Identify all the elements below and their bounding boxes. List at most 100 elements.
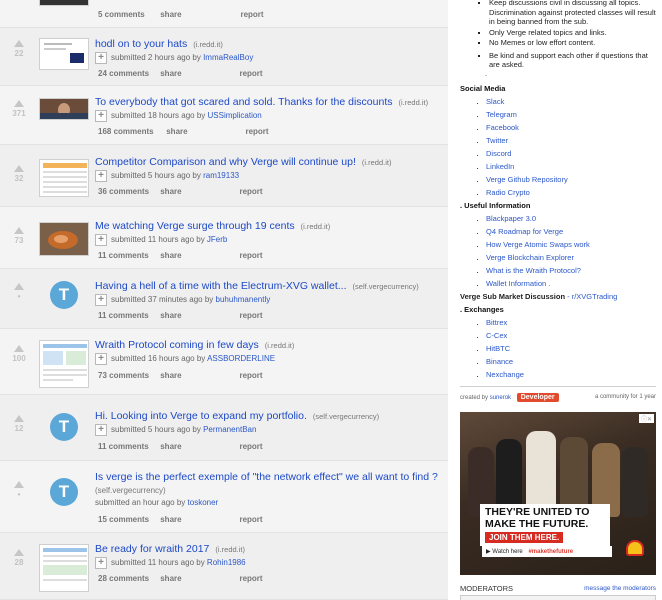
message-moderators-link[interactable]: message the moderators [584,585,656,592]
report-link[interactable]: report [239,442,262,451]
post-domain[interactable]: (i.redd.it) [193,40,223,49]
post-thumbnail[interactable]: T [39,475,89,509]
post-thumbnail[interactable] [39,222,89,256]
report-link[interactable]: report [239,311,262,320]
post-author[interactable]: USSimplication [208,111,262,120]
upvote-icon[interactable] [14,549,24,556]
post-thumbnail[interactable]: T [39,278,89,312]
post-domain[interactable]: (i.redd.it) [215,545,245,554]
expand-icon[interactable]: + [95,110,107,122]
post-title[interactable]: Is verge is the perfect exemple of "the … [95,471,438,483]
report-link[interactable]: report [239,515,262,524]
post-title[interactable]: To everybody that got scared and sold. T… [95,96,392,108]
report-link[interactable]: report [239,69,262,78]
ad-choices-icon[interactable]: ⓘ✕ [638,414,654,423]
social-link-facebook[interactable]: Facebook [486,122,568,135]
post-domain[interactable]: (self.vergecurrency) [95,486,166,495]
social-link-twitter[interactable]: Twitter [486,135,568,148]
xvgtrading-link[interactable]: - r/XVGTrading [567,292,617,301]
report-link[interactable]: report [245,127,268,136]
ad-cta-button[interactable]: JOIN THEM HERE. [485,532,564,543]
post-author[interactable]: PermanentBan [203,425,256,434]
expand-icon[interactable]: + [95,557,107,569]
post-domain[interactable]: (i.redd.it) [362,158,392,167]
share-link[interactable]: share [160,515,237,524]
creator-link[interactable]: sunerok [490,395,511,401]
upvote-icon[interactable] [14,227,24,234]
share-link[interactable]: share [160,574,237,583]
upvote-icon[interactable] [14,481,24,488]
post-title[interactable]: Be ready for wraith 2017 [95,543,209,555]
share-link[interactable]: share [160,371,237,380]
report-link[interactable]: report [239,251,262,260]
post-thumbnail[interactable] [39,159,89,197]
comments-link[interactable]: 5 comments [98,10,158,19]
exchange-link-hitbtc[interactable]: HitBTC [486,343,524,356]
share-link[interactable]: share [160,187,237,196]
upvote-icon[interactable] [14,40,24,47]
useful-link[interactable]: Verge Blockchain Explorer [486,252,590,265]
useful-link[interactable]: How Verge Atomic Swaps work [486,239,590,252]
post-domain[interactable]: (self.vergecurrency) [353,282,419,291]
comments-link[interactable]: 11 comments [98,311,158,320]
post-author[interactable]: JFerb [207,235,227,244]
comments-link[interactable]: 15 comments [98,515,158,524]
share-link[interactable]: share [166,127,243,136]
useful-link[interactable]: Wallet Information . [486,278,590,291]
report-link[interactable]: report [239,187,262,196]
post-thumbnail[interactable] [39,0,89,6]
exchange-link-ccex[interactable]: C-Cex [486,330,524,343]
social-link-discord[interactable]: Discord [486,148,568,161]
report-link[interactable]: report [239,371,262,380]
useful-link[interactable]: What is the Wraith Protocol? [486,265,590,278]
post-thumbnail[interactable] [39,38,89,70]
comments-link[interactable]: 11 comments [98,251,158,260]
share-link[interactable]: share [160,251,237,260]
post-thumbnail[interactable]: T [39,410,89,444]
post-domain[interactable]: (i.redd.it) [398,98,428,107]
upvote-icon[interactable] [14,345,24,352]
post-domain[interactable]: (self.vergecurrency) [313,412,379,421]
share-link[interactable]: share [160,442,237,451]
exchange-link-nexchange[interactable]: Nexchange [486,369,524,382]
upvote-icon[interactable] [14,283,24,290]
expand-icon[interactable]: + [95,294,107,306]
expand-icon[interactable]: + [95,234,107,246]
social-link-slack[interactable]: Slack [486,96,568,109]
expand-icon[interactable]: + [95,424,107,436]
share-link[interactable]: share [160,69,237,78]
post-domain[interactable]: (i.redd.it) [265,341,295,350]
expand-icon[interactable]: + [95,170,107,182]
report-link[interactable]: report [239,574,262,583]
comments-link[interactable]: 11 comments [98,442,158,451]
comments-link[interactable]: 168 comments [98,127,164,136]
expand-icon[interactable]: + [95,353,107,365]
post-title[interactable]: hodl on to your hats [95,38,187,50]
post-thumbnail[interactable] [39,544,89,592]
useful-link[interactable]: Blackpaper 3.0 [486,213,590,226]
social-link-telegram[interactable]: Telegram [486,109,568,122]
comments-link[interactable]: 73 comments [98,371,158,380]
advertisement[interactable]: ⓘ✕ THEY'RE UNITED TO MAKE THE FUTURE. JO… [460,412,656,575]
exchange-link-binance[interactable]: Binance [486,356,524,369]
post-thumbnail[interactable] [39,340,89,388]
post-author[interactable]: buhuhmanently [216,295,271,304]
comments-link[interactable]: 36 comments [98,187,158,196]
post-domain[interactable]: (i.redd.it) [301,222,331,231]
post-author[interactable]: ASSBORDERLINE [207,354,275,363]
comments-link[interactable]: 28 comments [98,574,158,583]
share-link[interactable]: share [160,311,237,320]
useful-link[interactable]: Q4 Roadmap for Verge [486,226,590,239]
post-title[interactable]: Having a hell of a time with the Electru… [95,280,347,292]
post-title[interactable]: Competitor Comparison and why Verge will… [95,156,356,168]
social-link-radio[interactable]: Radio Crypto [486,187,568,200]
post-title[interactable]: Hi. Looking into Verge to expand my port… [95,410,307,422]
post-title[interactable]: Me watching Verge surge through 19 cents [95,220,295,232]
post-author[interactable]: ImmaRealBoy [203,53,253,62]
comments-link[interactable]: 24 comments [98,69,158,78]
upvote-icon[interactable] [14,165,24,172]
upvote-icon[interactable] [14,415,24,422]
exchange-link-bittrex[interactable]: Bittrex [486,317,524,330]
post-thumbnail[interactable] [39,98,89,120]
share-link[interactable]: share [160,10,238,19]
